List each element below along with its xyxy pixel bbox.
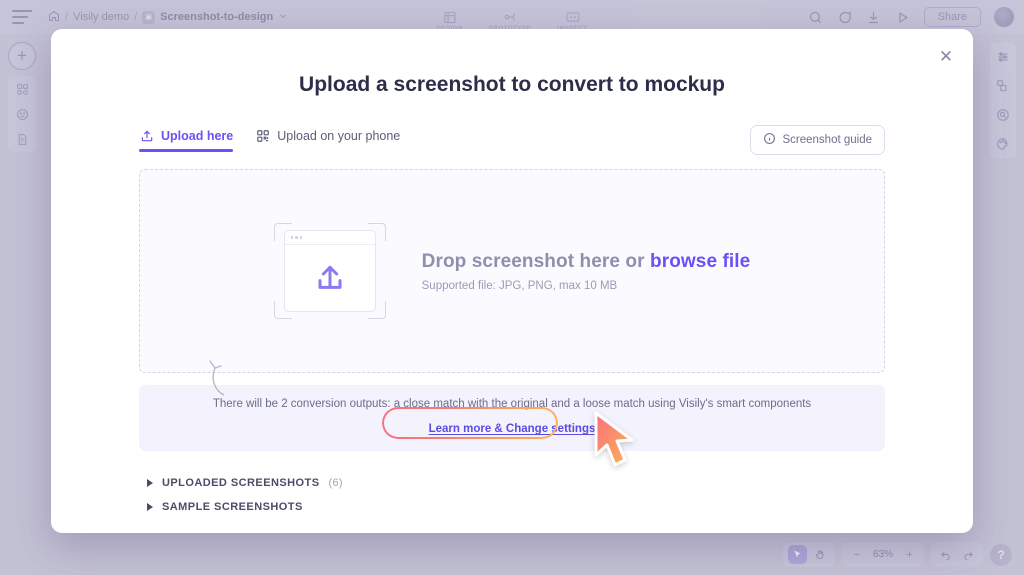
help-button[interactable]: ?: [990, 543, 1012, 566]
section-sample-label: SAMPLE SCREENSHOTS: [162, 501, 303, 513]
breadcrumb-separator-2: /: [134, 11, 138, 23]
design-icon: [440, 9, 460, 25]
screenshot-sections: UPLOADED SCREENSHOTS (6) SAMPLE SCREENSH…: [139, 471, 885, 519]
upload-screenshot-modal: ✕ Upload a screenshot to convert to mock…: [51, 29, 973, 533]
tab-upload-here[interactable]: Upload here: [139, 129, 234, 152]
add-element-button[interactable]: +: [8, 42, 36, 70]
home-icon[interactable]: [48, 10, 60, 25]
avatar[interactable]: [994, 7, 1014, 27]
hand-tool-icon[interactable]: [811, 545, 830, 564]
menu-icon[interactable]: [12, 10, 32, 24]
zoom-level[interactable]: 63%: [870, 549, 896, 560]
palette-icon[interactable]: [995, 136, 1011, 152]
dropzone-text: Drop screenshot here or browse file Supp…: [422, 251, 751, 292]
modal-tabs: Upload here Upload on your phone Screens…: [139, 125, 885, 155]
page-title: Upload a screenshot to convert to mockup: [299, 73, 725, 96]
conversion-info-banner: There will be 2 conversion outputs: a cl…: [139, 360, 885, 451]
template-icon[interactable]: [14, 131, 30, 147]
chevron-right-icon: [147, 479, 153, 487]
cursor-tool-icon[interactable]: [788, 545, 807, 564]
chevron-right-icon: [147, 503, 153, 511]
redo-icon[interactable]: [959, 545, 978, 564]
breadcrumb-file[interactable]: Screenshot-to-design: [160, 11, 273, 23]
adjustments-icon[interactable]: [995, 49, 1011, 65]
tool-group: [783, 542, 835, 567]
download-icon[interactable]: [866, 9, 882, 25]
undo-icon[interactable]: [936, 545, 955, 564]
breadcrumb-separator-1: /: [65, 11, 69, 23]
left-sidebar: +: [6, 42, 38, 152]
inspect-icon: [562, 9, 582, 25]
tab-upload-on-phone[interactable]: Upload on your phone: [255, 129, 400, 152]
section-uploaded-screenshots[interactable]: UPLOADED SCREENSHOTS (6): [139, 471, 885, 495]
left-sidebar-group: [8, 76, 36, 152]
tab-upload-on-phone-label: Upload on your phone: [277, 129, 401, 143]
zoom-in-button[interactable]: +: [900, 545, 919, 564]
section-sample-screenshots[interactable]: SAMPLE SCREENSHOTS: [139, 495, 885, 519]
qr-code-icon: [255, 129, 270, 144]
conversion-info-text: There will be 2 conversion outputs: a cl…: [212, 398, 812, 410]
history-group: [931, 542, 983, 567]
screenshot-guide-label: Screenshot guide: [782, 134, 872, 146]
zoom-out-button[interactable]: −: [847, 545, 866, 564]
breadcrumb: / Visily demo / ▣ Screenshot-to-design: [48, 10, 288, 25]
dropzone-subtext: Supported file: JPG, PNG, max 10 MB: [421, 279, 618, 292]
inspect-zoom-icon[interactable]: [995, 107, 1011, 123]
close-icon[interactable]: ✕: [935, 45, 957, 67]
right-sidebar: [990, 42, 1016, 159]
section-uploaded-count: (6): [328, 477, 343, 489]
present-icon[interactable]: [895, 9, 911, 25]
search-icon[interactable]: [808, 9, 824, 25]
layers-icon[interactable]: [995, 78, 1011, 94]
prototype-icon: [500, 9, 520, 25]
zoom-group: − 63% +: [842, 542, 924, 567]
browse-file-link[interactable]: browse file: [650, 251, 750, 272]
emoji-icon[interactable]: [14, 106, 30, 122]
chevron-down-icon[interactable]: [278, 11, 288, 24]
section-uploaded-label: UPLOADED SCREENSHOTS: [162, 477, 320, 489]
info-icon: [763, 132, 776, 148]
learn-more-wrapper: Learn more & Change settings: [381, 407, 596, 439]
dropzone-headline: Drop screenshot here or browse file: [422, 251, 751, 273]
upload-icon: [139, 129, 154, 144]
breadcrumb-project[interactable]: Visily demo: [73, 11, 129, 23]
comment-icon[interactable]: [837, 9, 853, 25]
upload-window-icon: [273, 223, 386, 319]
dropzone[interactable]: Drop screenshot here or browse file Supp…: [139, 169, 885, 373]
dropzone-headline-prefix: Drop screenshot here or: [421, 250, 650, 272]
share-button[interactable]: Share: [923, 7, 981, 27]
screenshot-guide-button[interactable]: Screenshot guide: [750, 125, 885, 155]
curved-arrow-icon: [209, 360, 225, 396]
components-icon[interactable]: [14, 81, 30, 97]
file-thumbnail-icon: ▣: [142, 10, 156, 24]
bottom-toolbar: − 63% + ?: [783, 542, 1012, 567]
learn-more-change-settings-link[interactable]: Learn more & Change settings: [429, 423, 596, 435]
tab-upload-here-label: Upload here: [161, 129, 234, 143]
